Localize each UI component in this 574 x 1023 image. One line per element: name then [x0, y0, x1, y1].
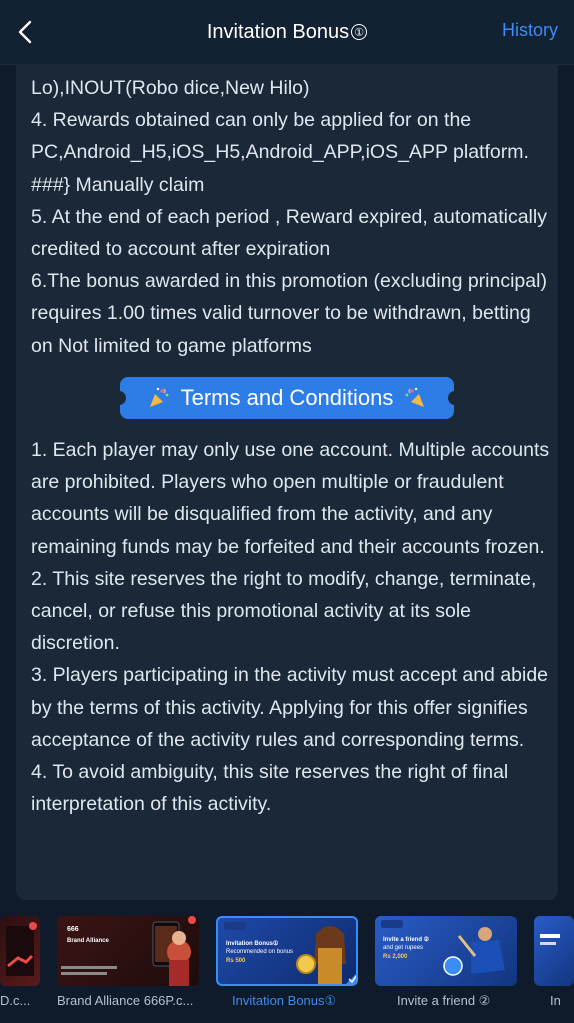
page-title-text: Invitation Bonus — [206, 20, 350, 43]
promo-thumb-amount: Rs 2,000 — [383, 954, 408, 960]
terms-item: 4. To avoid ambiguity, this site reserve… — [31, 761, 509, 816]
rules-card: Lo),INOUT(Robo dice,New Hilo) 4. Rewards… — [16, 64, 558, 900]
rule-item: 5. At the end of each period , Reward ex… — [31, 205, 547, 261]
promo-thumbnail — [6, 922, 37, 976]
promo-thumbnail — [540, 934, 560, 945]
terms-item: 1. Each player may only use one account.… — [31, 439, 550, 558]
promo-tile-4[interactable] — [534, 916, 574, 986]
promo-thumb-brand: 666 — [67, 926, 79, 933]
promo-thumb-amount: Rs 500 — [226, 958, 246, 964]
promo-tile-invite-friend[interactable]: Invite a friend ② and get rupees Rs 2,00… — [375, 916, 517, 986]
rules-list: Lo),INOUT(Robo dice,New Hilo) 4. Rewards… — [31, 72, 547, 362]
back-arrow-icon[interactable] — [12, 16, 40, 48]
info-circle-icon[interactable]: ① — [351, 24, 368, 40]
promo-thumb-title: Invitation Bonus① — [226, 941, 279, 947]
terms-title: Terms and Conditions — [180, 385, 394, 410]
party-popper-icon — [405, 387, 425, 407]
promo-tile-brand-alliance[interactable]: 666 Brand Alliance — [57, 916, 199, 986]
promo-tile-0[interactable] — [0, 916, 40, 986]
terms-banner: Terms and Conditions — [116, 377, 458, 419]
promo-thumb-title: Brand Alliance — [67, 938, 109, 944]
terms-item: 2. This site reserves the right to modif… — [31, 567, 537, 655]
header-bar: Invitation Bonus ① History — [0, 0, 574, 65]
promo-label[interactable]: D.c... — [0, 993, 30, 1008]
terms-list: 1. Each player may only use one account.… — [31, 434, 551, 820]
promo-thumb-sub: Recommended on bonus — [226, 949, 294, 955]
promo-label[interactable]: Invite a friend ② — [397, 993, 490, 1009]
party-popper-icon — [149, 387, 169, 407]
rule-item: Lo),INOUT(Robo dice,New Hilo) — [31, 77, 310, 99]
promo-label-active[interactable]: Invitation Bonus① — [232, 993, 336, 1009]
page-title: Invitation Bonus ① — [206, 20, 368, 44]
promo-thumb-title: Invite a friend ② — [383, 937, 430, 943]
promo-label[interactable]: Brand Alliance 666P.c... — [57, 993, 193, 1008]
terms-item: 3. Players participating in the activity… — [31, 664, 549, 751]
rule-item: 4. Rewards obtained can only be applied … — [31, 109, 529, 196]
promo-thumb-sub: and get rupees — [383, 945, 424, 951]
history-link[interactable]: History — [502, 20, 558, 41]
promo-label[interactable]: In — [550, 993, 561, 1008]
rule-item: 6.The bonus awarded in this promotion (e… — [31, 270, 547, 357]
promo-tile-invitation-bonus[interactable]: Invitation Bonus① Recommended on bonus R… — [216, 916, 358, 986]
promo-thumbnail — [381, 920, 505, 976]
promo-carousel[interactable]: D.c... 666 Brand Alliance Brand Alliance… — [0, 908, 574, 1023]
